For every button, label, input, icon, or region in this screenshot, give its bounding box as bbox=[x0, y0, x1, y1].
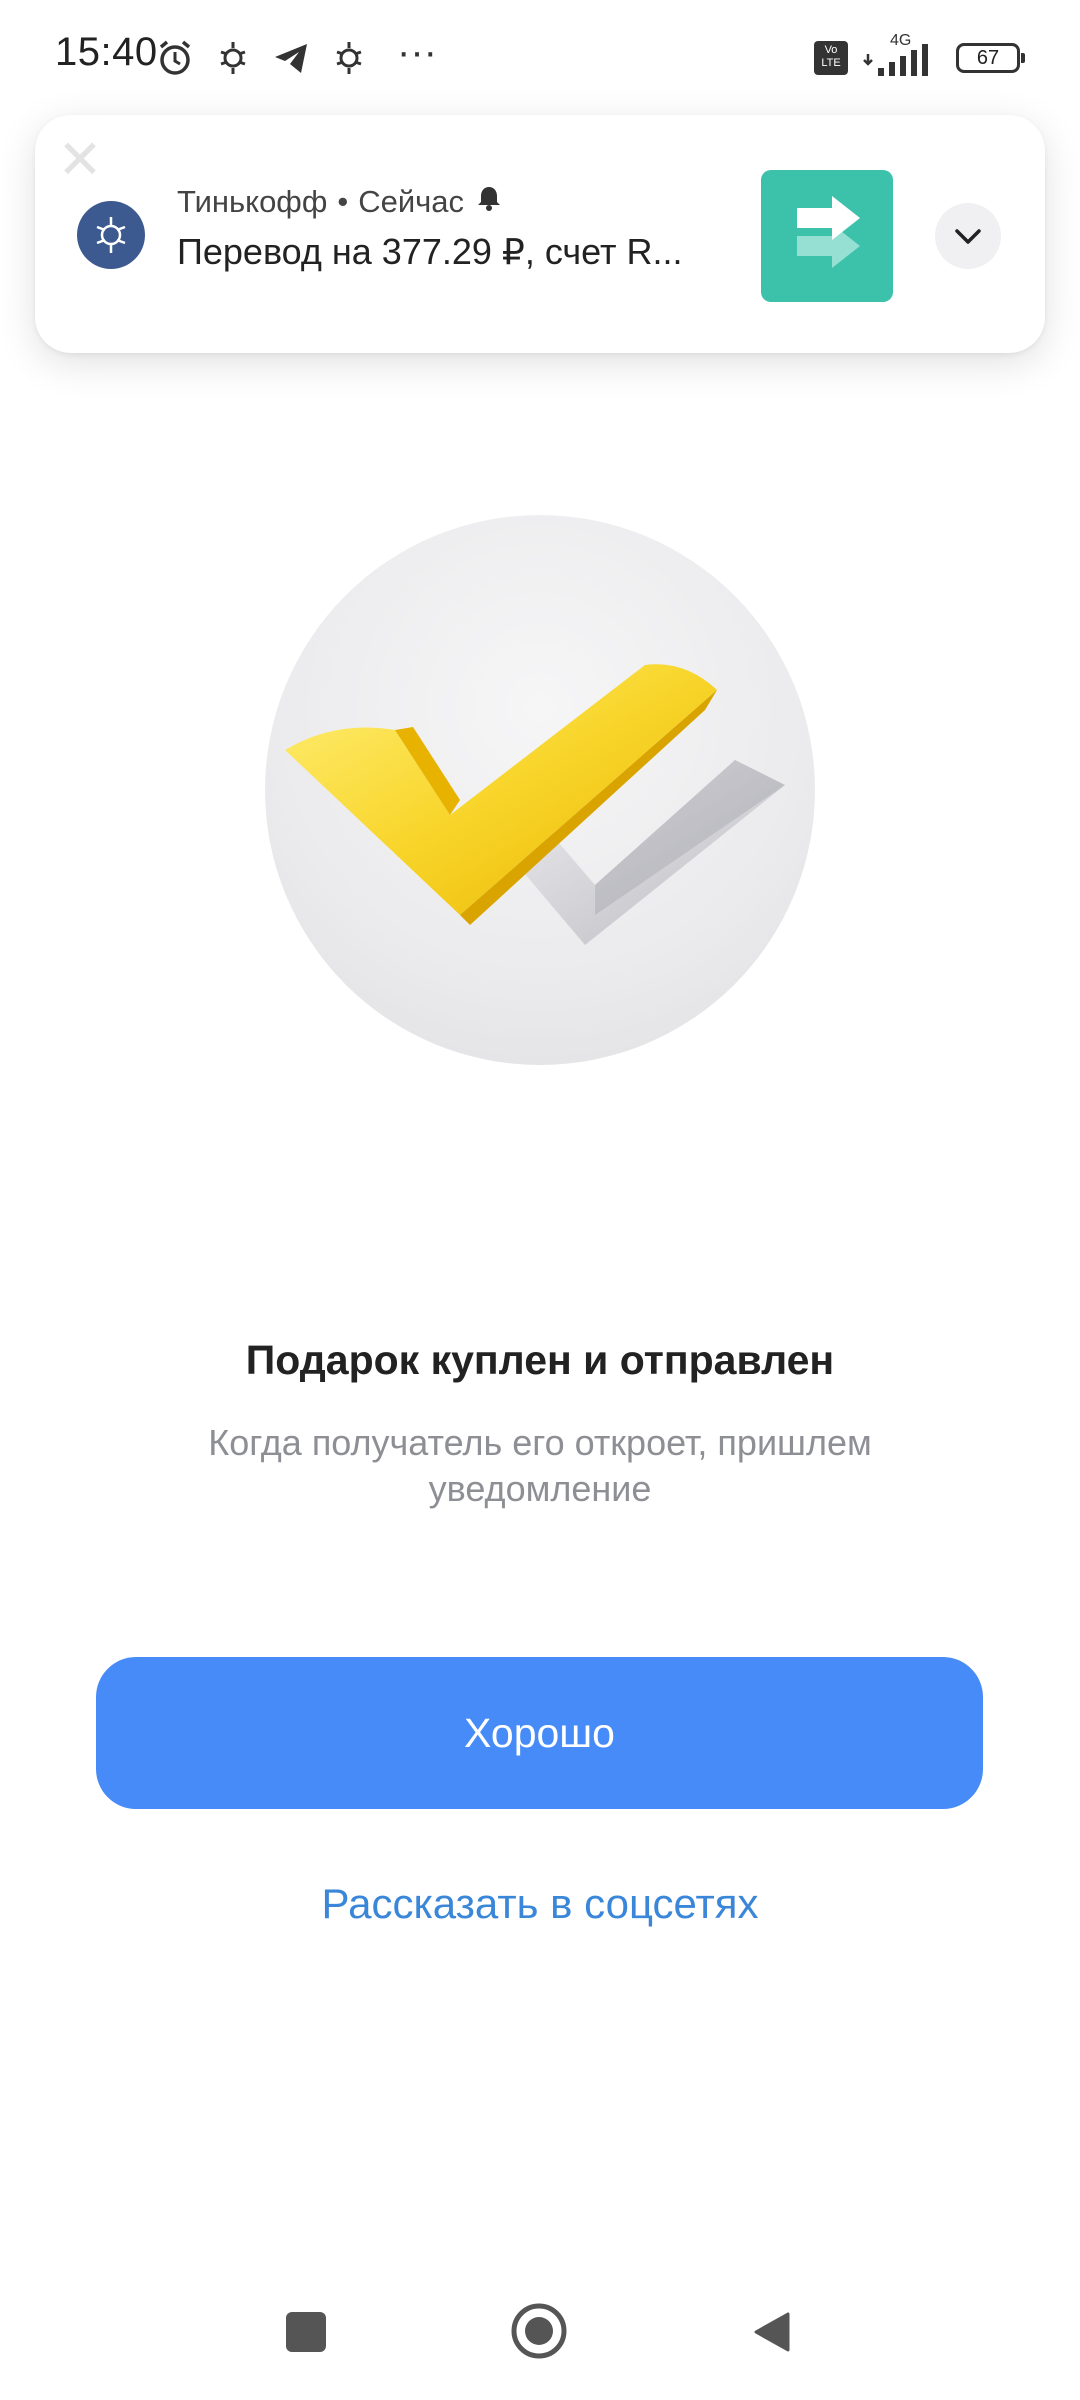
notification-header: Тинькофф • Сейчас bbox=[177, 183, 504, 221]
home-button[interactable] bbox=[510, 2302, 568, 2360]
ok-button[interactable]: Хорошо bbox=[96, 1657, 983, 1809]
notification-card[interactable]: ✕ Тинькофф • Сейчас Перевод на 377.29 ₽,… bbox=[35, 115, 1045, 353]
bell-icon bbox=[474, 183, 504, 221]
more-notifications-icon: ··· bbox=[397, 30, 437, 74]
notification-app-name: Тинькофф bbox=[177, 184, 328, 219]
page-title: Подарок куплен и отправлен bbox=[245, 1337, 835, 1383]
gift-sent-screen: 15:40 ··· Vo LTE 4G 67 ✕ Тинькофф • Сейч… bbox=[0, 0, 1080, 2400]
success-illustration bbox=[265, 515, 815, 1065]
system-nav-bar bbox=[0, 2280, 1080, 2380]
volte-icon: Vo LTE bbox=[814, 41, 848, 75]
notification-time: Сейчас bbox=[358, 184, 465, 219]
telegram-icon bbox=[271, 38, 311, 78]
network-type: 4G bbox=[890, 32, 912, 49]
share-social-link[interactable]: Рассказать в соцсетях bbox=[0, 1880, 1080, 1928]
status-icons-right: Vo LTE 4G 67 bbox=[814, 32, 1025, 80]
status-icons-left: ··· bbox=[155, 30, 437, 86]
bank-notification-icon bbox=[213, 38, 253, 78]
bank-notification-icon bbox=[329, 38, 369, 78]
transfer-thumbnail bbox=[761, 170, 893, 302]
page-subtitle: Когда получатель его откроет, пришлем ув… bbox=[208, 1422, 872, 1509]
battery-icon: 67 bbox=[956, 43, 1025, 73]
back-button[interactable] bbox=[752, 2310, 792, 2354]
notification-body: Перевод на 377.29 ₽, счет R... bbox=[177, 231, 683, 272]
notification-separator: • bbox=[337, 184, 349, 219]
chevron-down-icon bbox=[955, 229, 981, 244]
close-icon[interactable]: ✕ bbox=[55, 133, 105, 187]
app-icon bbox=[77, 201, 145, 269]
recents-button[interactable] bbox=[286, 2312, 326, 2352]
transfer-arrows-icon bbox=[797, 196, 860, 268]
status-time: 15:40 bbox=[55, 30, 158, 74]
expand-button[interactable] bbox=[935, 203, 1001, 269]
status-bar: 15:40 ··· Vo LTE 4G 67 bbox=[0, 0, 1080, 110]
signal-icon: 4G bbox=[862, 32, 942, 78]
double-checkmark-icon bbox=[285, 664, 785, 945]
alarm-icon bbox=[155, 38, 195, 78]
